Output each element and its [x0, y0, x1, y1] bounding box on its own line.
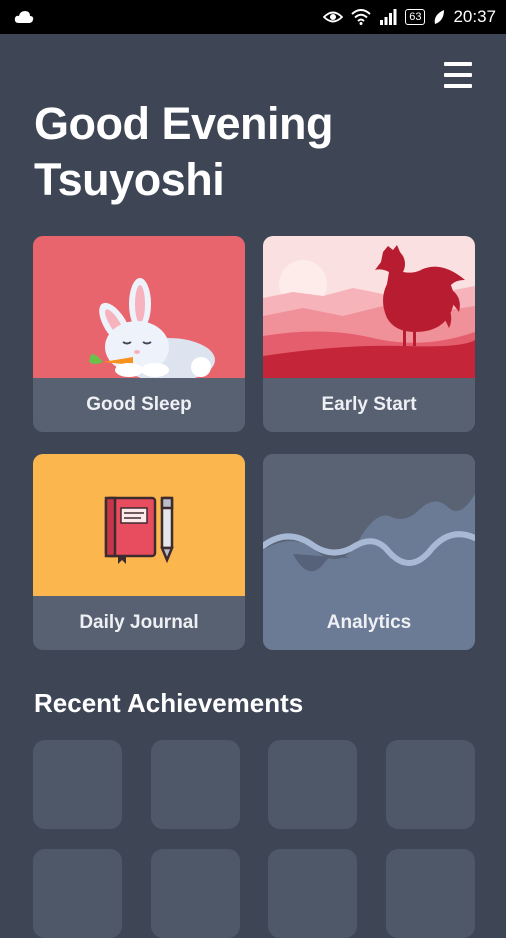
status-bar: 63 20:37: [0, 0, 506, 34]
hamburger-menu-icon[interactable]: [444, 62, 472, 88]
cloud-icon: [14, 11, 34, 23]
achievement-placeholder: [386, 740, 475, 829]
sleeping-rabbit-illustration: [33, 236, 245, 378]
user-name: Tsuyoshi: [34, 154, 225, 205]
daily-journal-card[interactable]: Daily Journal: [33, 454, 245, 650]
good-sleep-label: Good Sleep: [86, 394, 192, 415]
achievement-placeholder: [268, 740, 357, 829]
achievement-placeholder: [33, 740, 122, 829]
achievement-placeholder: [268, 849, 357, 938]
rooster-sunrise-illustration: [263, 236, 475, 378]
analytics-card[interactable]: Analytics: [263, 454, 475, 650]
wifi-icon: [351, 9, 371, 25]
signal-icon: [380, 9, 397, 25]
journal-illustration: [33, 454, 245, 596]
analytics-label: Analytics: [326, 612, 412, 633]
clock: 20:37: [453, 7, 496, 26]
recent-achievements-title: Recent Achievements: [34, 688, 304, 718]
early-start-card[interactable]: Early Start: [263, 236, 475, 432]
achievement-placeholder: [386, 849, 475, 938]
achievement-placeholder: [151, 849, 240, 938]
daily-journal-label: Daily Journal: [79, 612, 199, 633]
good-sleep-card[interactable]: Good Sleep: [33, 236, 245, 432]
battery-icon: 63: [405, 9, 426, 25]
leaf-icon: [435, 10, 445, 24]
page-title: Good Evening Tsuyoshi: [34, 96, 334, 208]
eye-icon: [323, 11, 344, 23]
greeting-line-1: Good Evening: [34, 98, 334, 149]
early-start-label: Early Start: [321, 394, 417, 415]
achievement-placeholder: [33, 849, 122, 938]
achievement-placeholder: [151, 740, 240, 829]
